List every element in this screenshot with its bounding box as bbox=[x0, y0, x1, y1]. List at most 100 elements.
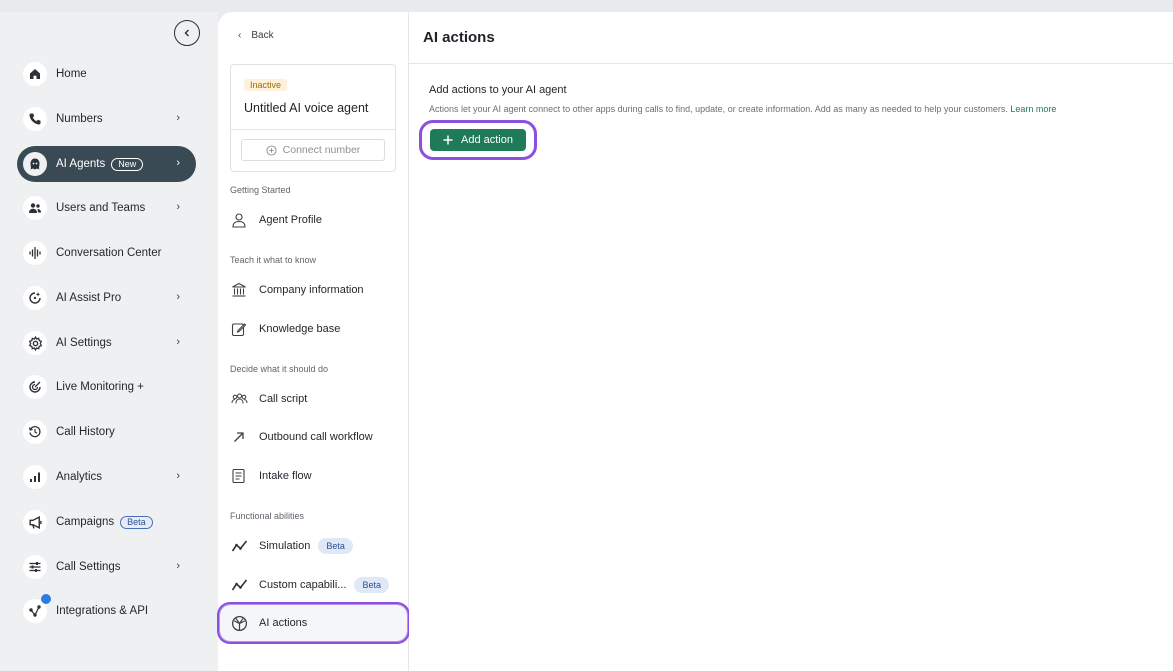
connect-number-label: Connect number bbox=[282, 144, 361, 156]
beta-badge: Beta bbox=[354, 577, 389, 593]
menu-item-agent-profile[interactable]: Agent Profile bbox=[230, 207, 400, 233]
agent-name: Untitled AI voice agent bbox=[244, 101, 369, 115]
menu-item-intake-flow[interactable]: Intake flow bbox=[230, 463, 400, 489]
bar-chart-icon bbox=[23, 465, 47, 489]
nav-item-conversation-center[interactable]: Conversation Center bbox=[17, 235, 196, 271]
menu-item-ai-actions[interactable]: AI actions bbox=[219, 604, 408, 642]
ai-assist-icon bbox=[23, 286, 47, 310]
section-heading: Add actions to your AI agent bbox=[429, 84, 567, 96]
chevron-left-icon: ‹ bbox=[238, 30, 242, 41]
menu-label: Intake flow bbox=[259, 470, 312, 482]
section-description: Actions let your AI agent connect to oth… bbox=[429, 104, 1056, 114]
status-badge: Inactive bbox=[244, 79, 288, 91]
menu-label: AI actions bbox=[259, 617, 308, 629]
divider bbox=[231, 129, 395, 130]
add-action-label: Add action bbox=[461, 134, 513, 146]
chevron-right-icon: › bbox=[176, 157, 180, 169]
menu-label: Custom capabili... bbox=[259, 579, 347, 591]
ai-actions-icon bbox=[230, 614, 248, 632]
page-title: AI actions bbox=[409, 12, 1173, 64]
people-icon bbox=[230, 390, 248, 408]
user-icon bbox=[230, 211, 248, 229]
connect-number-button[interactable]: Connect number bbox=[241, 139, 385, 161]
menu-label: Simulation bbox=[259, 540, 311, 552]
nav-item-ai-agents[interactable]: AI Agents New › bbox=[17, 146, 196, 182]
section-getting-started: Getting Started bbox=[230, 185, 291, 195]
back-link[interactable]: ‹ Back bbox=[238, 30, 274, 41]
nav-label: Campaigns bbox=[56, 516, 115, 528]
nav-item-live-monitoring[interactable]: Live Monitoring + bbox=[17, 369, 196, 405]
nav-item-ai-settings[interactable]: AI Settings › bbox=[17, 325, 196, 361]
agent-card: Inactive Untitled AI voice agent Connect… bbox=[230, 64, 396, 172]
chevron-right-icon: › bbox=[176, 112, 180, 124]
nav-item-numbers[interactable]: Numbers › bbox=[17, 101, 196, 137]
menu-item-custom-capabilities[interactable]: Custom capabili... Beta bbox=[230, 572, 400, 598]
menu-label: Company information bbox=[259, 284, 364, 296]
nav-item-ai-assist-pro[interactable]: AI Assist Pro › bbox=[17, 280, 196, 316]
nav-label: AI Assist Pro bbox=[56, 292, 122, 304]
nav-label: Call Settings bbox=[56, 561, 121, 573]
trend-line-icon bbox=[230, 576, 248, 594]
nav-item-analytics[interactable]: Analytics › bbox=[17, 459, 196, 495]
edit-note-icon bbox=[230, 320, 248, 338]
plus-icon bbox=[443, 135, 453, 145]
nav-item-call-settings[interactable]: Call Settings › bbox=[17, 549, 196, 585]
users-icon bbox=[23, 196, 47, 220]
chevron-right-icon: › bbox=[176, 336, 180, 348]
new-badge: New bbox=[111, 157, 144, 171]
nav-item-call-history[interactable]: Call History bbox=[17, 414, 196, 450]
nav-label: Integrations & API bbox=[56, 605, 149, 617]
chevron-right-icon: › bbox=[176, 560, 180, 572]
section-decide: Decide what it should do bbox=[230, 364, 329, 374]
add-action-button[interactable]: Add action bbox=[430, 129, 526, 151]
ai-agent-icon bbox=[23, 152, 47, 176]
menu-item-simulation[interactable]: Simulation Beta bbox=[230, 533, 400, 559]
menu-label: Outbound call workflow bbox=[259, 431, 373, 443]
nav-label: Call History bbox=[56, 426, 115, 438]
top-strip bbox=[0, 0, 1173, 12]
chevron-right-icon: › bbox=[176, 470, 180, 482]
integrations-icon bbox=[23, 594, 51, 623]
menu-item-outbound-call-workflow[interactable]: Outbound call workflow bbox=[230, 424, 400, 450]
nav-item-integrations-api[interactable]: Integrations & API bbox=[17, 593, 196, 629]
live-monitor-icon bbox=[23, 375, 47, 399]
nav-item-campaigns[interactable]: Campaigns Beta bbox=[17, 504, 196, 540]
beta-badge: Beta bbox=[120, 515, 153, 529]
collapse-sidebar-button[interactable] bbox=[174, 20, 200, 46]
history-icon bbox=[23, 420, 47, 444]
gear-icon bbox=[23, 331, 47, 355]
nav-label: AI Settings bbox=[56, 337, 112, 349]
nav-label: Analytics bbox=[56, 471, 103, 483]
section-functional: Functional abilities bbox=[230, 511, 305, 521]
plus-circle-icon bbox=[266, 144, 277, 156]
menu-label: Agent Profile bbox=[259, 214, 322, 226]
nav-item-home[interactable]: Home bbox=[17, 56, 196, 92]
chevron-left-icon bbox=[184, 29, 189, 37]
menu-label: Knowledge base bbox=[259, 323, 341, 335]
nav-label: Conversation Center bbox=[56, 247, 162, 259]
menu-item-knowledge-base[interactable]: Knowledge base bbox=[230, 316, 400, 342]
nav-label: Numbers bbox=[56, 113, 103, 125]
menu-item-company-information[interactable]: Company information bbox=[230, 277, 400, 303]
beta-badge: Beta bbox=[318, 538, 353, 554]
add-action-highlight: Add action bbox=[419, 120, 537, 160]
menu-label: Call script bbox=[259, 393, 308, 405]
nav-label: Users and Teams bbox=[56, 202, 146, 214]
description-text: Actions let your AI agent connect to oth… bbox=[429, 104, 1008, 114]
learn-more-link[interactable]: Learn more bbox=[1010, 104, 1056, 114]
nav-label: AI Agents bbox=[56, 158, 106, 170]
menu-item-call-script[interactable]: Call script bbox=[230, 386, 400, 412]
nav-label: Home bbox=[56, 68, 87, 80]
sliders-icon bbox=[23, 555, 47, 579]
arrow-up-right-icon bbox=[230, 428, 248, 446]
phone-icon bbox=[23, 107, 47, 131]
back-label: Back bbox=[251, 30, 274, 41]
waveform-icon bbox=[23, 241, 47, 265]
chevron-right-icon: › bbox=[176, 201, 180, 213]
megaphone-icon bbox=[23, 510, 47, 534]
nav-item-users-and-teams[interactable]: Users and Teams › bbox=[17, 190, 196, 226]
chevron-right-icon: › bbox=[176, 291, 180, 303]
nav-label: Live Monitoring + bbox=[56, 381, 144, 393]
main-sidebar: Home Numbers › AI Agents New › Users and… bbox=[0, 12, 218, 671]
agent-settings-panel: ‹ Back Inactive Untitled AI voice agent … bbox=[218, 12, 409, 671]
